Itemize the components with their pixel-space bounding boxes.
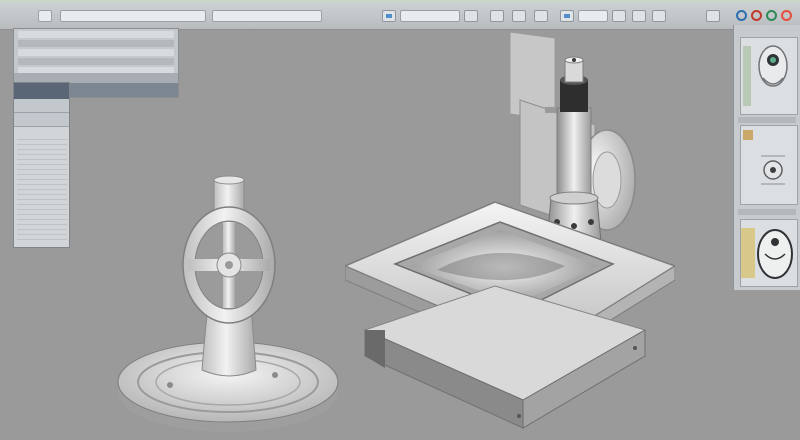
properties-panel — [13, 82, 70, 248]
properties-subheader — [14, 113, 69, 127]
toolbar-button-6[interactable] — [632, 10, 646, 22]
properties-subheader — [14, 99, 69, 113]
part-front-icon — [743, 45, 788, 106]
properties-list[interactable] — [17, 135, 67, 243]
nav-circle-blue-icon[interactable] — [736, 10, 747, 21]
view-divider — [738, 117, 796, 123]
nav-circle-orange-icon[interactable] — [781, 10, 792, 21]
cast-part-model[interactable] — [110, 170, 350, 440]
nav-circle-green-icon[interactable] — [766, 10, 777, 21]
properties-header — [14, 83, 69, 99]
toolbar-accent — [0, 0, 800, 3]
top-toolbar — [0, 0, 800, 30]
view-thumbnail-front[interactable] — [740, 37, 798, 115]
toolbar-field-3[interactable] — [212, 10, 322, 22]
toolbar-field-1[interactable] — [38, 10, 52, 22]
toolbar-button-3[interactable] — [512, 10, 526, 22]
view-thumbnail-top[interactable] — [740, 125, 798, 205]
document-icon-2[interactable] — [560, 10, 574, 22]
toolbar-button-5[interactable] — [612, 10, 626, 22]
toolbar-button-1[interactable] — [464, 10, 478, 22]
3d-viewport[interactable] — [70, 30, 733, 440]
toolbar-button-7[interactable] — [652, 10, 666, 22]
part-top-icon — [743, 130, 785, 185]
part-oval-icon — [741, 228, 793, 279]
views-panel — [733, 25, 800, 290]
toolbar-field-4[interactable] — [400, 10, 460, 22]
document-icon-1[interactable] — [382, 10, 396, 22]
toolbar-field-5[interactable] — [578, 10, 608, 22]
toolbar-field-2[interactable] — [60, 10, 206, 22]
toolbar-button-4[interactable] — [534, 10, 548, 22]
view-thumbnail-oval[interactable] — [740, 219, 798, 287]
view-divider — [738, 209, 796, 215]
nav-circle-red-icon[interactable] — [751, 10, 762, 21]
cnc-machine-model[interactable] — [345, 30, 675, 440]
toolbar-button-2[interactable] — [490, 10, 504, 22]
toolbar-button-8[interactable] — [706, 10, 720, 22]
